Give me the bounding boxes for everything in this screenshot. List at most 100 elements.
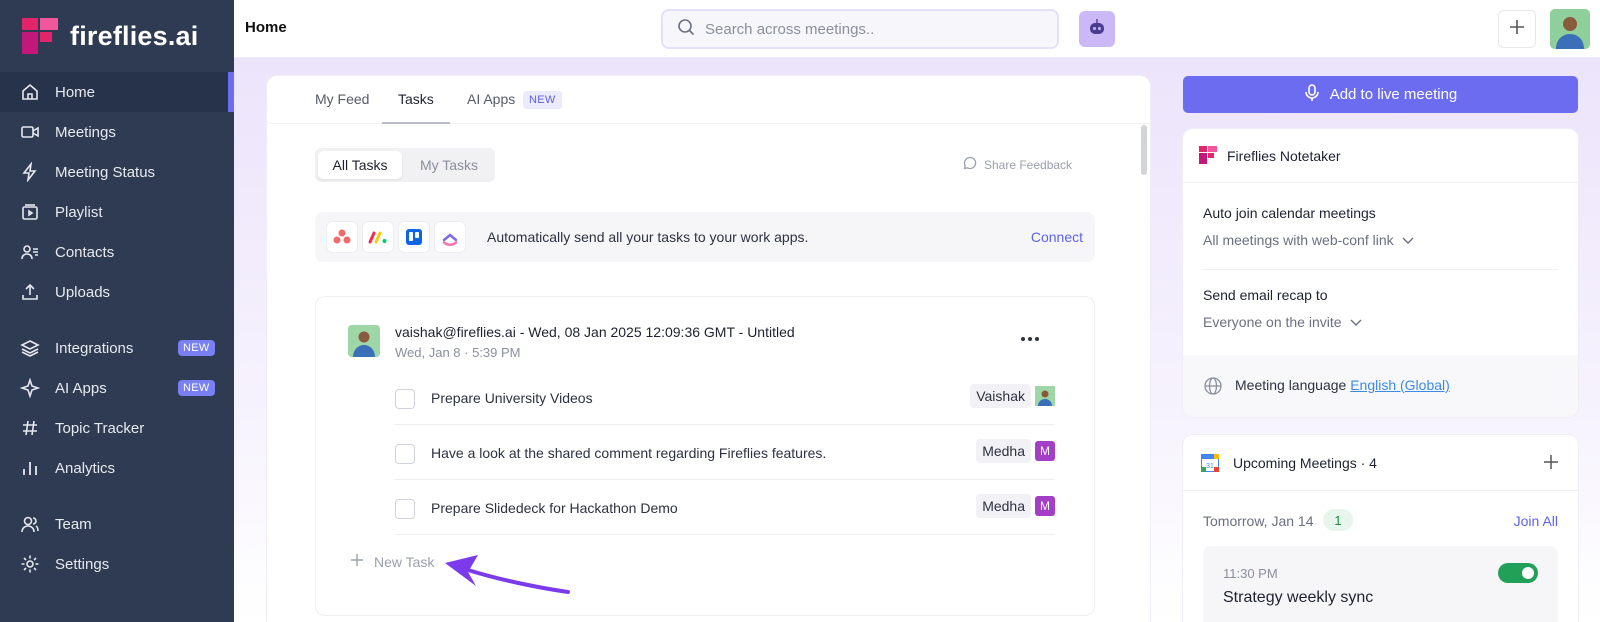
meeting-language-label: Meeting language <box>1235 377 1347 393</box>
user-avatar[interactable] <box>1550 9 1590 49</box>
meeting-language-link[interactable]: English (Global) <box>1350 377 1450 393</box>
trello-icon[interactable] <box>399 222 429 252</box>
search-icon <box>677 18 695 41</box>
new-badge: NEW <box>178 380 215 396</box>
new-task-label: New Task <box>374 553 435 570</box>
sidebar-item-uploads[interactable]: Uploads <box>0 272 234 312</box>
task-checkbox[interactable] <box>395 499 415 519</box>
avatar: M <box>1035 441 1055 461</box>
tab-tasks[interactable]: Tasks <box>398 91 434 107</box>
add-meeting-icon[interactable] <box>1542 453 1560 476</box>
add-to-live-meeting-label: Add to live meeting <box>1329 86 1458 103</box>
meeting-time: 11:30 PM <box>1223 566 1278 581</box>
notetaker-panel: Fireflies Notetaker Auto join calendar m… <box>1183 129 1578 417</box>
upcoming-meeting-item[interactable]: 11:30 PM Strategy weekly sync <box>1203 546 1558 622</box>
more-options-icon[interactable] <box>1016 329 1044 349</box>
sidebar-item-topic-tracker[interactable]: Topic Tracker <box>0 408 234 448</box>
sidebar-item-label: Meetings <box>55 123 116 141</box>
search-box[interactable] <box>661 9 1059 49</box>
task-row: Prepare University Videos Vaishak <box>395 369 1055 425</box>
meeting-name: Strategy weekly sync <box>1223 589 1374 606</box>
task-text[interactable]: Prepare Slidedeck for Hackathon Demo <box>431 500 678 516</box>
meeting-language-row: Meeting language English (Global) <box>1183 355 1578 417</box>
sidebar-item-playlist[interactable]: Playlist <box>0 192 234 232</box>
hash-icon <box>20 418 40 438</box>
share-feedback-link[interactable]: Share Feedback <box>963 156 1072 173</box>
asana-icon[interactable] <box>327 222 357 252</box>
tab-ai-apps[interactable]: AI Apps <box>467 91 515 107</box>
fireflies-logo-icon <box>22 18 58 54</box>
task-checkbox[interactable] <box>395 389 415 409</box>
logo[interactable]: fireflies.ai <box>0 0 234 72</box>
microphone-icon <box>1304 83 1320 106</box>
email-recap-select[interactable]: Everyone on the invite <box>1203 314 1362 330</box>
plus-icon <box>1508 18 1526 41</box>
home-icon <box>20 82 40 102</box>
all-tasks-button[interactable]: All Tasks <box>318 151 402 179</box>
email-recap-value: Everyone on the invite <box>1203 314 1342 330</box>
sidebar-item-home[interactable]: Home <box>0 72 234 112</box>
globe-icon <box>1203 376 1223 401</box>
ai-assistant-button[interactable] <box>1079 11 1115 47</box>
sidebar-item-integrations[interactable]: Integrations NEW <box>0 328 234 368</box>
monday-icon[interactable] <box>363 222 393 252</box>
sidebar-item-analytics[interactable]: Analytics <box>0 448 234 488</box>
page-title: Home <box>245 19 287 36</box>
sidebar-item-label: Contacts <box>55 243 115 261</box>
task-assignee[interactable]: Medha M <box>976 494 1055 518</box>
email-recap-label: Send email recap to <box>1203 287 1328 303</box>
auto-join-label: Auto join calendar meetings <box>1203 205 1376 221</box>
upcoming-header: 31 Upcoming Meetings · 4 <box>1183 435 1578 491</box>
join-all-link[interactable]: Join All <box>1514 513 1558 529</box>
clickup-icon[interactable] <box>435 222 465 252</box>
sidebar-item-contacts[interactable]: Contacts <box>0 232 234 272</box>
sidebar-item-label: AI Apps <box>55 379 107 397</box>
search-input[interactable] <box>705 20 1025 38</box>
tab-my-feed[interactable]: My Feed <box>315 91 369 107</box>
auto-join-select[interactable]: All meetings with web-conf link <box>1203 232 1414 248</box>
fireflies-logo-icon <box>1199 146 1217 169</box>
task-text[interactable]: Have a look at the shared comment regard… <box>431 445 826 461</box>
notetaker-title: Fireflies Notetaker <box>1227 148 1341 164</box>
robot-icon <box>1087 17 1107 42</box>
sidebar-item-meeting-status[interactable]: Meeting Status <box>0 152 234 192</box>
sidebar-item-ai-apps[interactable]: AI Apps NEW <box>0 368 234 408</box>
sidebar-item-team[interactable]: Team <box>0 504 234 544</box>
sidebar-item-label: Topic Tracker <box>55 419 145 437</box>
plus-icon <box>350 553 364 570</box>
sidebar-item-label: Playlist <box>55 203 103 221</box>
top-bar: Home <box>234 0 1600 58</box>
sidebar-item-label: Integrations <box>55 339 134 357</box>
chevron-down-icon <box>1402 232 1414 248</box>
new-badge: NEW <box>523 91 562 109</box>
logo-text: fireflies.ai <box>70 20 199 51</box>
gear-icon <box>20 554 40 574</box>
new-task-button[interactable]: New Task <box>350 553 434 570</box>
sparkle-icon <box>20 378 40 398</box>
sidebar-item-meetings[interactable]: Meetings <box>0 112 234 152</box>
new-badge: NEW <box>178 340 215 356</box>
tab-bar: My Feed Tasks AI Apps NEW <box>267 76 1150 124</box>
task-text[interactable]: Prepare University Videos <box>431 390 593 406</box>
video-icon <box>20 122 40 142</box>
task-checkbox[interactable] <box>395 444 415 464</box>
task-row: Prepare Slidedeck for Hackathon Demo Med… <box>395 479 1055 535</box>
my-tasks-button[interactable]: My Tasks <box>408 151 490 179</box>
task-assignee[interactable]: Vaishak <box>970 384 1055 408</box>
connect-link[interactable]: Connect <box>1031 229 1083 245</box>
integration-banner: Automatically send all your tasks to you… <box>315 212 1095 262</box>
scrollbar[interactable] <box>1141 125 1147 175</box>
upload-icon <box>20 282 40 302</box>
assignee-name: Vaishak <box>970 384 1031 408</box>
create-button[interactable] <box>1498 10 1536 48</box>
svg-text:31: 31 <box>1206 463 1214 470</box>
avatar <box>348 325 380 357</box>
record-toggle[interactable] <box>1498 563 1538 583</box>
divider <box>1203 269 1558 270</box>
meeting-language: Meeting language English (Global) <box>1235 377 1450 393</box>
add-to-live-meeting-button[interactable]: Add to live meeting <box>1183 76 1578 113</box>
task-assignee[interactable]: Medha M <box>976 439 1055 463</box>
auto-join-value: All meetings with web-conf link <box>1203 232 1394 248</box>
sidebar-item-settings[interactable]: Settings <box>0 544 234 584</box>
meeting-title[interactable]: vaishak@fireflies.ai - Wed, 08 Jan 2025 … <box>395 324 795 340</box>
